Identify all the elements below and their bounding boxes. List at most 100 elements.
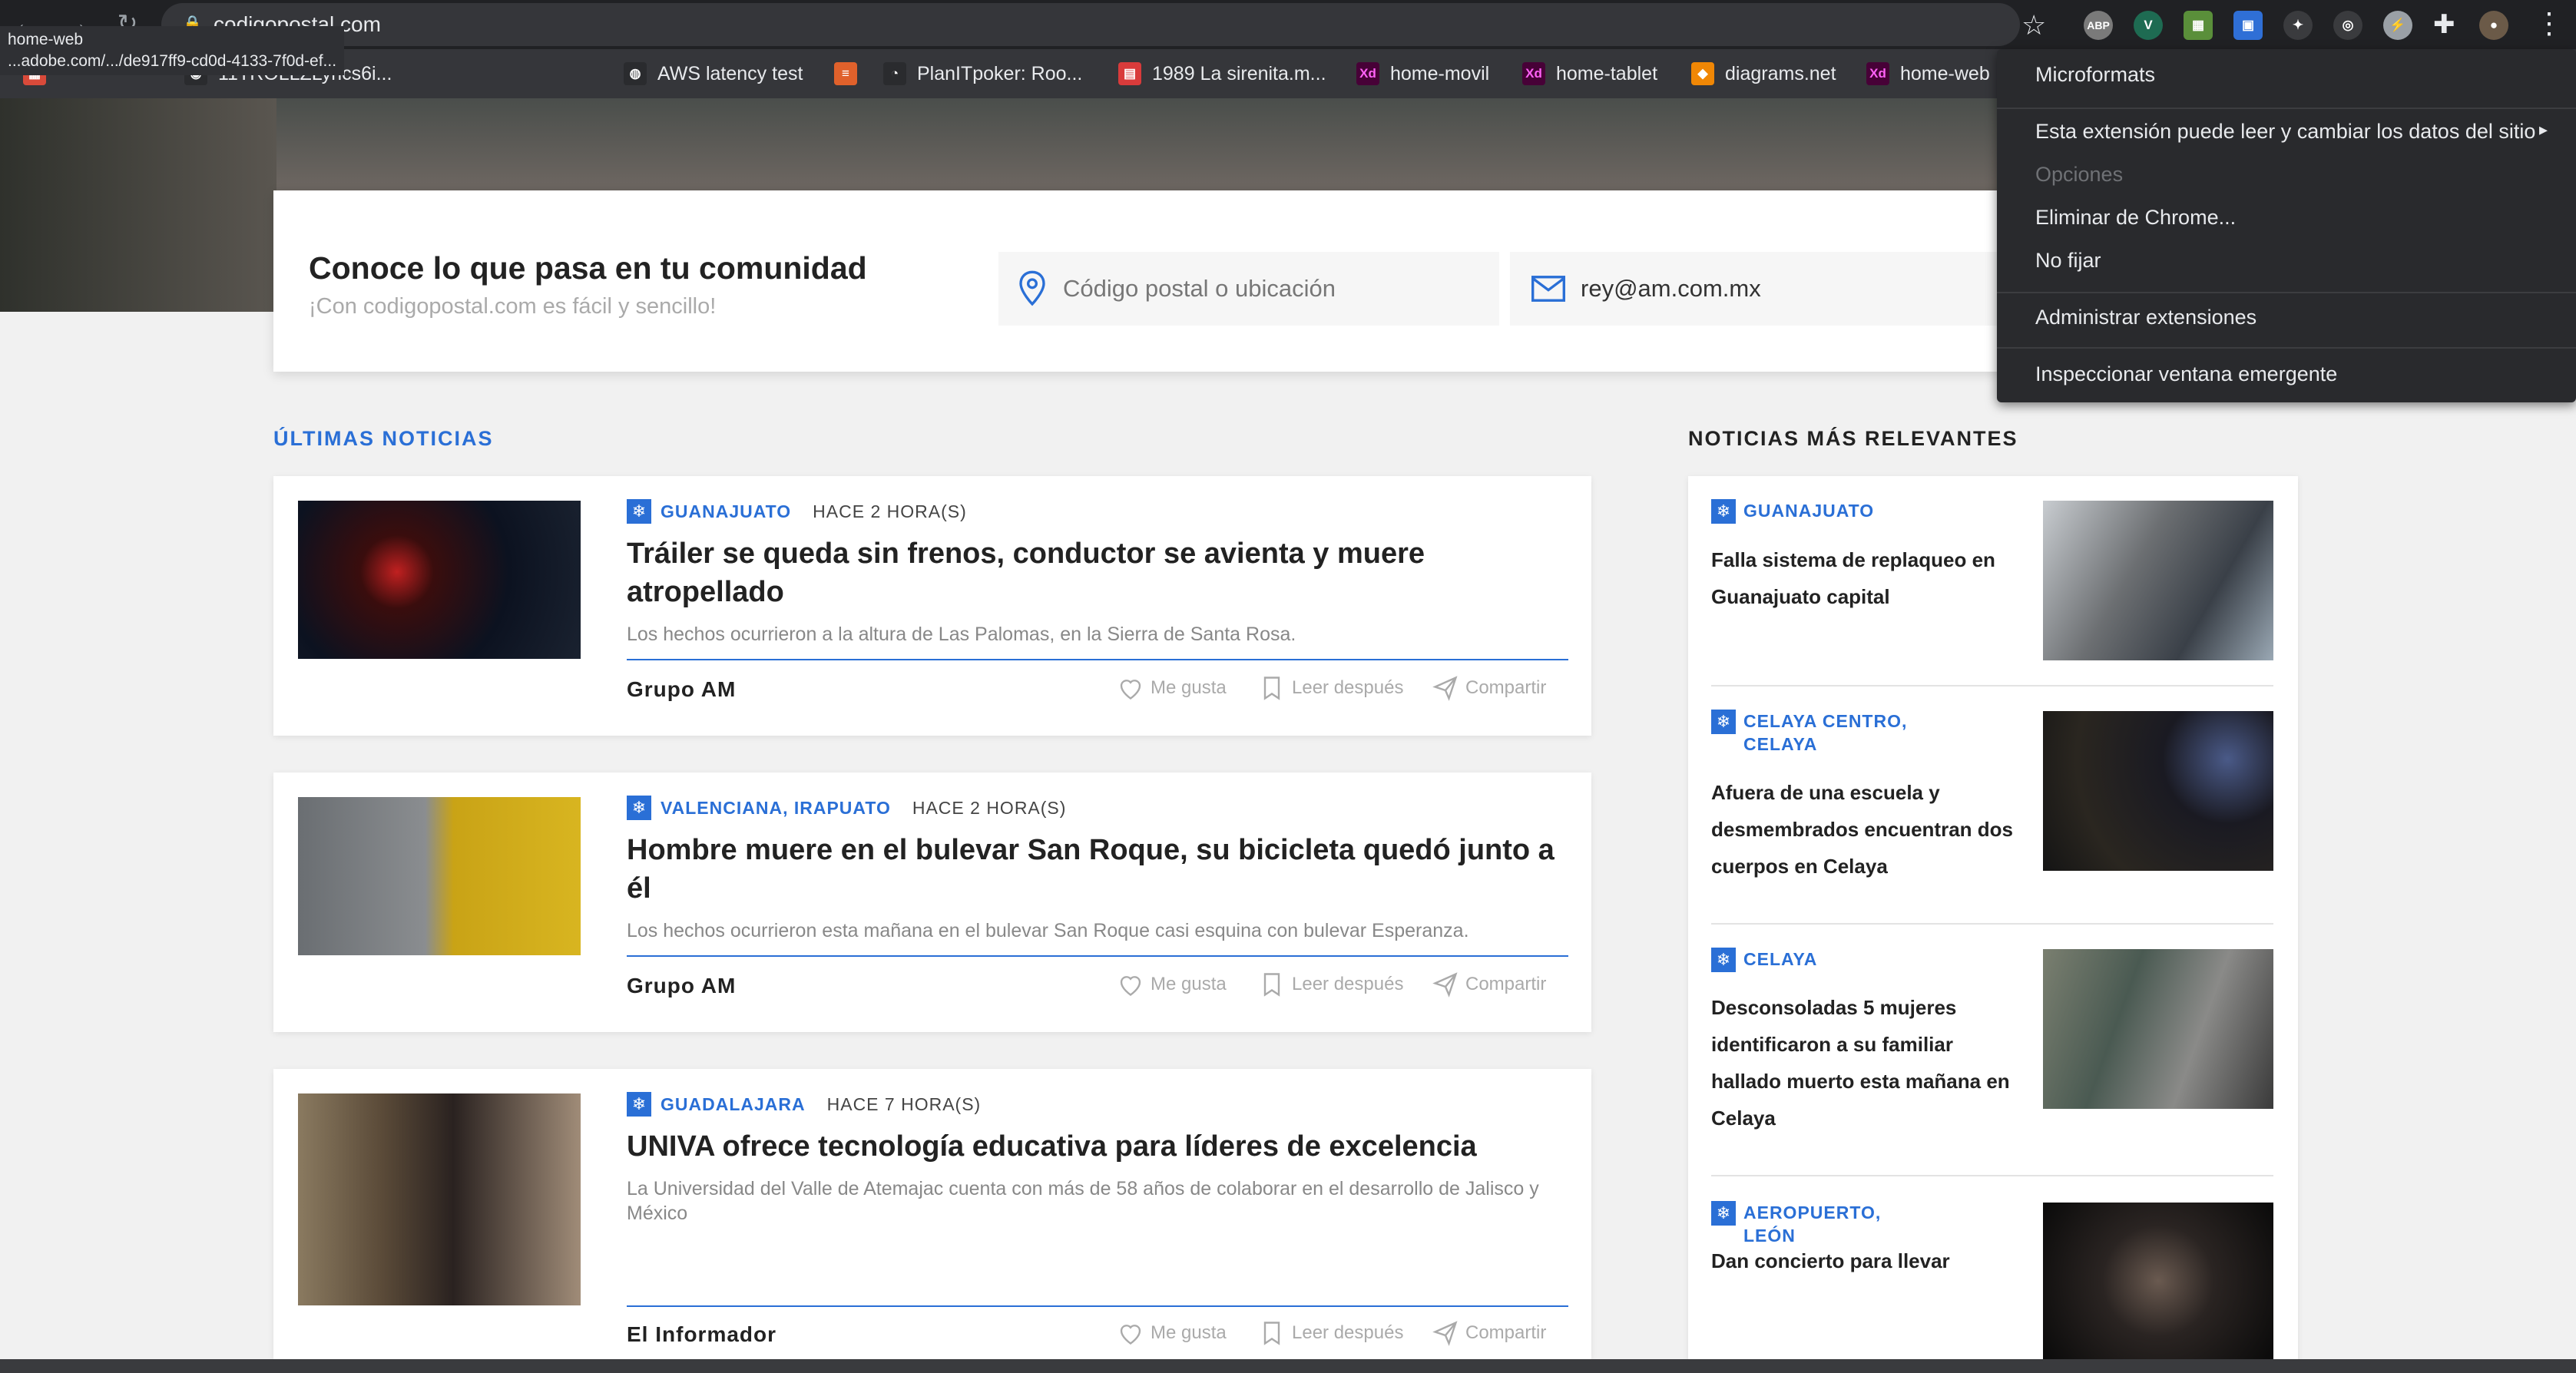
like-button[interactable]: Me gusta: [1117, 674, 1227, 702]
adblock-icon[interactable]: ABP: [2084, 11, 2113, 40]
news-category[interactable]: CELAYA: [1743, 948, 1928, 971]
news-description: La Universidad del Valle de Atemajac cue…: [627, 1178, 1539, 1224]
location-field[interactable]: Código postal o ubicación: [998, 252, 1499, 326]
menu-item-unpin[interactable]: No fijar: [2035, 249, 2101, 273]
share-button[interactable]: Compartir: [1432, 1319, 1546, 1347]
divider: [627, 1305, 1568, 1307]
news-title[interactable]: UNIVA ofrece tecnología educativa para l…: [627, 1127, 1571, 1166]
news-description: Los hechos ocurrieron esta mañana en el …: [627, 920, 1469, 941]
news-source: Grupo AM: [627, 677, 737, 701]
news-source: Grupo AM: [627, 974, 737, 997]
like-button[interactable]: Me gusta: [1117, 1319, 1227, 1347]
location-placeholder: Código postal o ubicación: [1063, 275, 1336, 302]
bookmark-item[interactable]: Xd home-tablet: [1522, 49, 1657, 98]
share-button[interactable]: Compartir: [1432, 971, 1546, 998]
poker-icon: ◔: [883, 62, 906, 85]
chevron-right-icon: ▸: [2539, 120, 2548, 139]
mail-icon: [1531, 276, 1565, 302]
bookmark-item[interactable]: ▤ 1989 La sirenita.m...: [1118, 49, 1326, 98]
news-category[interactable]: GUADALAJARA: [661, 1094, 806, 1115]
read-later-button[interactable]: Leer después: [1258, 1319, 1403, 1347]
news-category[interactable]: GUANAJUATO: [661, 501, 791, 522]
news-category[interactable]: GUANAJUATO: [1743, 499, 1928, 522]
paper-plane-icon: [1432, 1321, 1458, 1346]
lightning-extension-icon[interactable]: ⚡: [2383, 11, 2412, 40]
menu-item-site-access[interactable]: Esta extensión puede leer y cambiar los …: [2035, 120, 2535, 144]
relevant-thumbnail[interactable]: [2043, 501, 2273, 660]
news-card[interactable]: ❄ GUANAJUATO HACE 2 HORA(S) Tráiler se q…: [273, 476, 1591, 736]
network-extension-icon[interactable]: ✦: [2283, 11, 2313, 40]
latest-news-heading: ÚLTIMAS NOTICIAS: [273, 427, 494, 450]
relevant-thumbnail[interactable]: [2043, 1203, 2273, 1359]
news-thumbnail[interactable]: [298, 501, 581, 659]
menu-item-remove[interactable]: Eliminar de Chrome...: [2035, 206, 2236, 230]
window-extension-icon[interactable]: ▣: [2233, 11, 2263, 40]
relevant-title[interactable]: Falla sistema de replaqueo en Guanajuato…: [1711, 541, 2018, 615]
relevant-title[interactable]: Desconsoladas 5 mujeres identificaron a …: [1711, 989, 2018, 1136]
stack-icon: ≡: [834, 62, 857, 85]
bookmark-item[interactable]: Xd home-web: [1866, 49, 1990, 98]
relevant-title[interactable]: Dan concierto para llevar: [1711, 1242, 2018, 1279]
read-later-button[interactable]: Leer después: [1258, 971, 1403, 998]
menu-divider: [1997, 108, 2576, 109]
bookmark-item[interactable]: Xd home-movil: [1356, 49, 1489, 98]
puzzle-extensions-icon[interactable]: ✚: [2433, 9, 2455, 40]
divider: [1711, 685, 2273, 686]
category-icon: ❄: [1711, 1201, 1736, 1226]
heart-icon: [1120, 1325, 1141, 1345]
relevant-title[interactable]: Afuera de una escuela y desmembrados enc…: [1711, 774, 2018, 885]
heart-icon: [1120, 976, 1141, 996]
news-description: Los hechos ocurrieron a la altura de Las…: [627, 624, 1296, 645]
bookmark-item[interactable]: ◔ PlanITpoker: Roo...: [883, 49, 1082, 98]
news-category[interactable]: AEROPUERTO, LEÓN: [1743, 1201, 1928, 1247]
divider: [1711, 1175, 2273, 1176]
news-card[interactable]: ❄ GUADALAJARA HACE 7 HORA(S) UNIVA ofrec…: [273, 1069, 1591, 1359]
globe-icon: ◍: [624, 62, 647, 85]
xd-icon: Xd: [1866, 62, 1889, 85]
news-title[interactable]: Hombre muere en el bulevar San Roque, su…: [627, 831, 1571, 908]
relevant-category-row: ❄ AEROPUERTO, LEÓN: [1711, 1201, 1928, 1247]
news-category[interactable]: VALENCIANA, IRAPUATO: [661, 798, 891, 819]
xd-icon: Xd: [1356, 62, 1379, 85]
share-button[interactable]: Compartir: [1432, 674, 1546, 702]
email-field[interactable]: rey@am.com.mx: [1510, 252, 2002, 326]
menu-item-microformats[interactable]: Microformats: [2035, 63, 2155, 87]
news-time: HACE 2 HORA(S): [912, 797, 1067, 818]
bookmark-icon: [1263, 1322, 1280, 1345]
news-title[interactable]: Tráiler se queda sin frenos, conductor s…: [627, 534, 1571, 611]
star-icon[interactable]: ☆: [2021, 9, 2046, 41]
menu-divider: [1997, 292, 2576, 293]
news-category[interactable]: CELAYA CENTRO, CELAYA: [1743, 710, 1928, 756]
category-icon: ❄: [1711, 499, 1736, 524]
menu-item-manage-extensions[interactable]: Administrar extensiones: [2035, 306, 2256, 329]
paper-plane-icon: [1432, 676, 1458, 701]
bookmark-icon: [1263, 973, 1280, 997]
card-subtitle: ¡Con codigopostal.com es fácil y sencill…: [309, 294, 717, 319]
bookmark-item[interactable]: ◍ AWS latency test: [624, 49, 803, 98]
news-time: HACE 7 HORA(S): [826, 1093, 982, 1114]
news-thumbnail[interactable]: [298, 797, 581, 955]
relevant-thumbnail[interactable]: [2043, 949, 2273, 1109]
vue-devtools-icon[interactable]: V: [2134, 11, 2163, 40]
category-icon: ❄: [627, 796, 651, 820]
read-later-button[interactable]: Leer después: [1258, 674, 1403, 702]
relevant-category-row: ❄ CELAYA: [1711, 948, 1928, 972]
menu-kebab-icon[interactable]: ⋮: [2535, 6, 2564, 41]
xd-icon: Xd: [1522, 62, 1545, 85]
news-card[interactable]: ❄ VALENCIANA, IRAPUATO HACE 2 HORA(S) Ho…: [273, 773, 1591, 1032]
profile-avatar[interactable]: ●: [2479, 11, 2508, 40]
like-button[interactable]: Me gusta: [1117, 971, 1227, 998]
menu-item-inspect-popup[interactable]: Inspeccionar ventana emergente: [2035, 362, 2337, 386]
category-icon: ❄: [1711, 948, 1736, 972]
bookmark-icon: [1263, 677, 1280, 700]
bookmark-item[interactable]: ◆ diagrams.net: [1691, 49, 1836, 98]
category-icon: ❄: [627, 499, 651, 524]
relevant-category-row: ❄ CELAYA CENTRO, CELAYA: [1711, 710, 1928, 756]
bookmark-item[interactable]: ≡: [834, 49, 857, 98]
address-bar[interactable]: codigopostal.com: [161, 3, 2020, 46]
film-icon: ▤: [1118, 62, 1141, 85]
news-thumbnail[interactable]: [298, 1093, 581, 1305]
microformats-icon[interactable]: ▦: [2184, 11, 2213, 40]
radio-extension-icon[interactable]: ◎: [2333, 11, 2362, 40]
relevant-thumbnail[interactable]: [2043, 711, 2273, 871]
